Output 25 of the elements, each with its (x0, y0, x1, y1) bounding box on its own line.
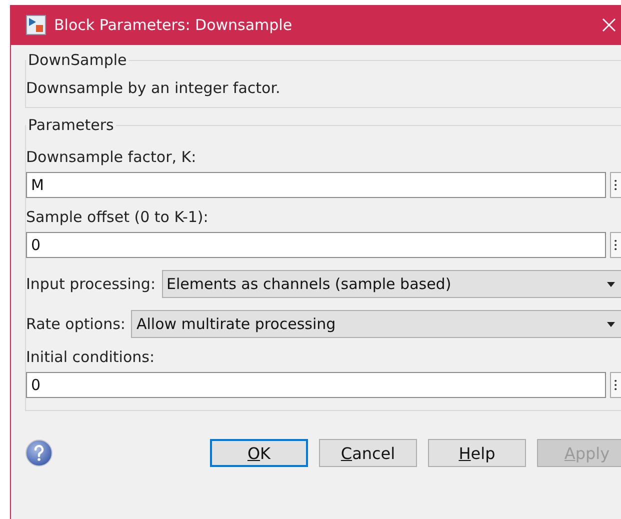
field-label: Initial conditions: (26, 348, 156, 366)
dialog-button[interactable]: Cancel (319, 439, 417, 467)
field-label: Downsample factor, K: (26, 148, 198, 166)
field-label: Sample offset (0 to K-1): (26, 208, 210, 226)
more-options-icon[interactable] (610, 172, 621, 198)
dialog-button[interactable]: OK (210, 439, 308, 467)
block-description: Downsample by an integer factor. (26, 78, 282, 97)
input-field[interactable]: 0 (26, 372, 606, 398)
close-icon[interactable] (602, 18, 616, 32)
field-label: Input processing: (26, 275, 156, 293)
dropdown[interactable]: Allow multirate processing (131, 310, 621, 338)
group-title: DownSample (27, 51, 128, 69)
more-options-icon[interactable] (610, 232, 621, 258)
input-field[interactable]: 0 (26, 232, 606, 258)
block-icon (26, 15, 46, 35)
dialog-button[interactable]: Help (428, 439, 526, 467)
dropdown[interactable]: Elements as channels (sample based) (162, 270, 621, 298)
more-options-icon[interactable] (610, 372, 621, 398)
input-field[interactable]: M (26, 172, 606, 198)
dropdown-caret-icon (607, 322, 615, 326)
window-title: Block Parameters: Downsample (54, 16, 294, 34)
dropdown-caret-icon (607, 282, 615, 286)
help-icon[interactable] (25, 439, 53, 467)
field-label: Rate options: (26, 315, 126, 333)
group-title: Parameters (27, 116, 115, 134)
